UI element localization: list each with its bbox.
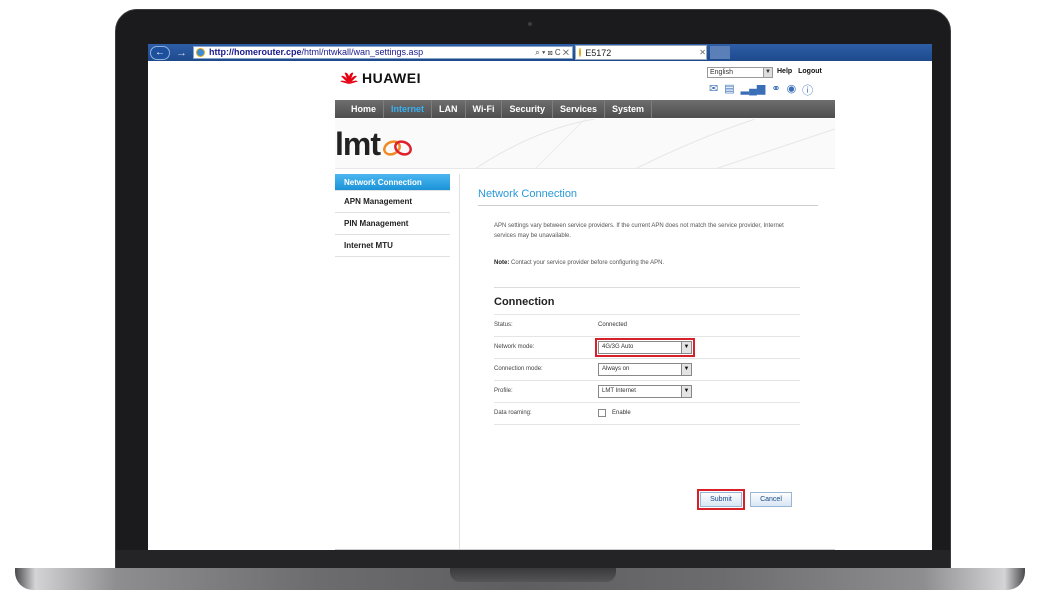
sidebar-item-pin-management[interactable]: PIN Management bbox=[335, 213, 450, 235]
url-host: http://homerouter.cpe bbox=[209, 47, 302, 57]
connection-mode-label: Connection mode: bbox=[494, 366, 543, 372]
chevron-down-icon: ▼ bbox=[681, 342, 691, 353]
language-value: English bbox=[710, 69, 733, 76]
browser-toolbar: ← → http://homerouter.cpe /html/ntwkall/… bbox=[148, 44, 932, 61]
lmt-wordmark: lmt bbox=[335, 126, 381, 162]
wifi-icon: ◉ bbox=[786, 83, 797, 95]
header-links: Help Logout bbox=[777, 68, 826, 75]
nav-wifi[interactable]: Wi-Fi bbox=[466, 100, 503, 118]
profile-value: LMT Internet bbox=[602, 388, 636, 394]
lmt-infinity-icon bbox=[383, 140, 412, 156]
nav-home[interactable]: Home bbox=[335, 100, 385, 118]
data-roaming-option[interactable]: Enable bbox=[612, 410, 631, 416]
nav-internet[interactable]: Internet bbox=[384, 100, 433, 118]
nav-system[interactable]: System bbox=[605, 100, 653, 118]
page-title: Network Connection bbox=[478, 188, 578, 200]
laptop-bezel-chin bbox=[116, 550, 950, 568]
profile-select[interactable]: LMT Internet ▼ bbox=[598, 385, 692, 398]
laptop-hinge-notch bbox=[450, 568, 616, 582]
address-tools[interactable]: ⌕ ▾ ⊠ C ✕ bbox=[535, 47, 569, 58]
help-link[interactable]: Help bbox=[777, 68, 792, 75]
title-divider bbox=[478, 205, 818, 206]
network-mode-row: Network mode: 4G/3G Auto ▼ bbox=[494, 336, 800, 358]
language-select[interactable]: English ▼ bbox=[707, 67, 773, 78]
sidebar: Network Connection APN Management PIN Ma… bbox=[335, 174, 450, 257]
tab-title: E5172 bbox=[585, 47, 612, 58]
main-content: Network Connection APN settings vary bet… bbox=[459, 174, 835, 550]
router-header: HUAWEI English ▼ Help Logout ✉ ▤ ▂▄▆ ⚭ ◉… bbox=[335, 64, 835, 98]
status-label: Status: bbox=[494, 322, 513, 328]
sidebar-item-apn-management[interactable]: APN Management bbox=[335, 191, 450, 213]
brand-name: HUAWEI bbox=[362, 70, 421, 86]
section-divider bbox=[494, 287, 800, 288]
nav-services[interactable]: Services bbox=[553, 100, 606, 118]
chevron-down-icon: ▼ bbox=[681, 386, 691, 397]
ie-icon bbox=[579, 48, 582, 57]
data-roaming-row: Data roaming: Enable bbox=[494, 402, 800, 424]
back-button[interactable]: ← bbox=[150, 45, 170, 60]
close-tab-icon[interactable]: ✕ bbox=[699, 48, 706, 57]
status-row: Status: Connected bbox=[494, 314, 800, 336]
data-roaming-checkbox[interactable] bbox=[598, 409, 606, 417]
network-mode-value: 4G/3G Auto bbox=[602, 344, 634, 350]
status-icons: ✉ ▤ ▂▄▆ ⚭ ◉ ⓘ bbox=[709, 82, 813, 98]
nav-security[interactable]: Security bbox=[502, 100, 553, 118]
connection-mode-value: Always on bbox=[602, 366, 630, 372]
form-divider bbox=[494, 424, 800, 425]
profile-label: Profile: bbox=[494, 388, 513, 394]
data-roaming-label: Data roaming: bbox=[494, 410, 532, 416]
laptop-screen: ← → http://homerouter.cpe /html/ntwkall/… bbox=[148, 44, 932, 550]
forward-button[interactable]: → bbox=[176, 47, 187, 59]
apn-description: APN settings vary between service provid… bbox=[494, 223, 784, 239]
chevron-down-icon: ▼ bbox=[763, 68, 772, 77]
network-mode-select[interactable]: 4G/3G Auto ▼ bbox=[595, 338, 695, 357]
ie-icon bbox=[196, 48, 205, 57]
sidebar-item-internet-mtu[interactable]: Internet MTU bbox=[335, 235, 450, 257]
network-mode-label: Network mode: bbox=[494, 344, 535, 350]
connection-mode-select[interactable]: Always on ▼ bbox=[598, 363, 692, 376]
note-label: Note: bbox=[494, 260, 510, 266]
sim-icon: ▤ bbox=[724, 83, 735, 95]
section-title: Connection bbox=[494, 296, 555, 308]
new-tab-button[interactable] bbox=[710, 46, 730, 59]
note-text: Contact your service provider before con… bbox=[511, 260, 665, 266]
apn-note: Note: Contact your service provider befo… bbox=[494, 260, 804, 266]
profile-row: Profile: LMT Internet ▼ bbox=[494, 380, 800, 402]
huawei-logo: HUAWEI bbox=[340, 70, 421, 86]
nav-lan[interactable]: LAN bbox=[432, 100, 466, 118]
submit-button[interactable]: Submit bbox=[697, 489, 745, 510]
address-bar[interactable]: http://homerouter.cpe /html/ntwkall/wan_… bbox=[193, 46, 573, 59]
operator-banner: lmt bbox=[335, 119, 835, 169]
chevron-down-icon: ▼ bbox=[681, 364, 691, 375]
huawei-flower-icon bbox=[340, 72, 358, 85]
globe-icon: ⚭ bbox=[771, 83, 781, 95]
mail-icon[interactable]: ✉ bbox=[709, 82, 718, 98]
webcam bbox=[528, 22, 532, 26]
lmt-logo: lmt bbox=[335, 127, 414, 161]
logout-link[interactable]: Logout bbox=[798, 68, 822, 75]
sidebar-item-network-connection[interactable]: Network Connection bbox=[335, 174, 450, 191]
help-icon[interactable]: ⓘ bbox=[802, 82, 813, 98]
signal-icon: ▂▄▆ bbox=[740, 83, 766, 95]
main-nav: Home Internet LAN Wi-Fi Security Service… bbox=[335, 100, 835, 118]
cancel-button[interactable]: Cancel bbox=[750, 492, 792, 507]
connection-mode-row: Connection mode: Always on ▼ bbox=[494, 358, 800, 380]
status-value: Connected bbox=[598, 322, 628, 328]
url-path: /html/ntwkall/wan_settings.asp bbox=[301, 47, 424, 57]
browser-tab[interactable]: E5172 ✕ bbox=[575, 45, 707, 60]
